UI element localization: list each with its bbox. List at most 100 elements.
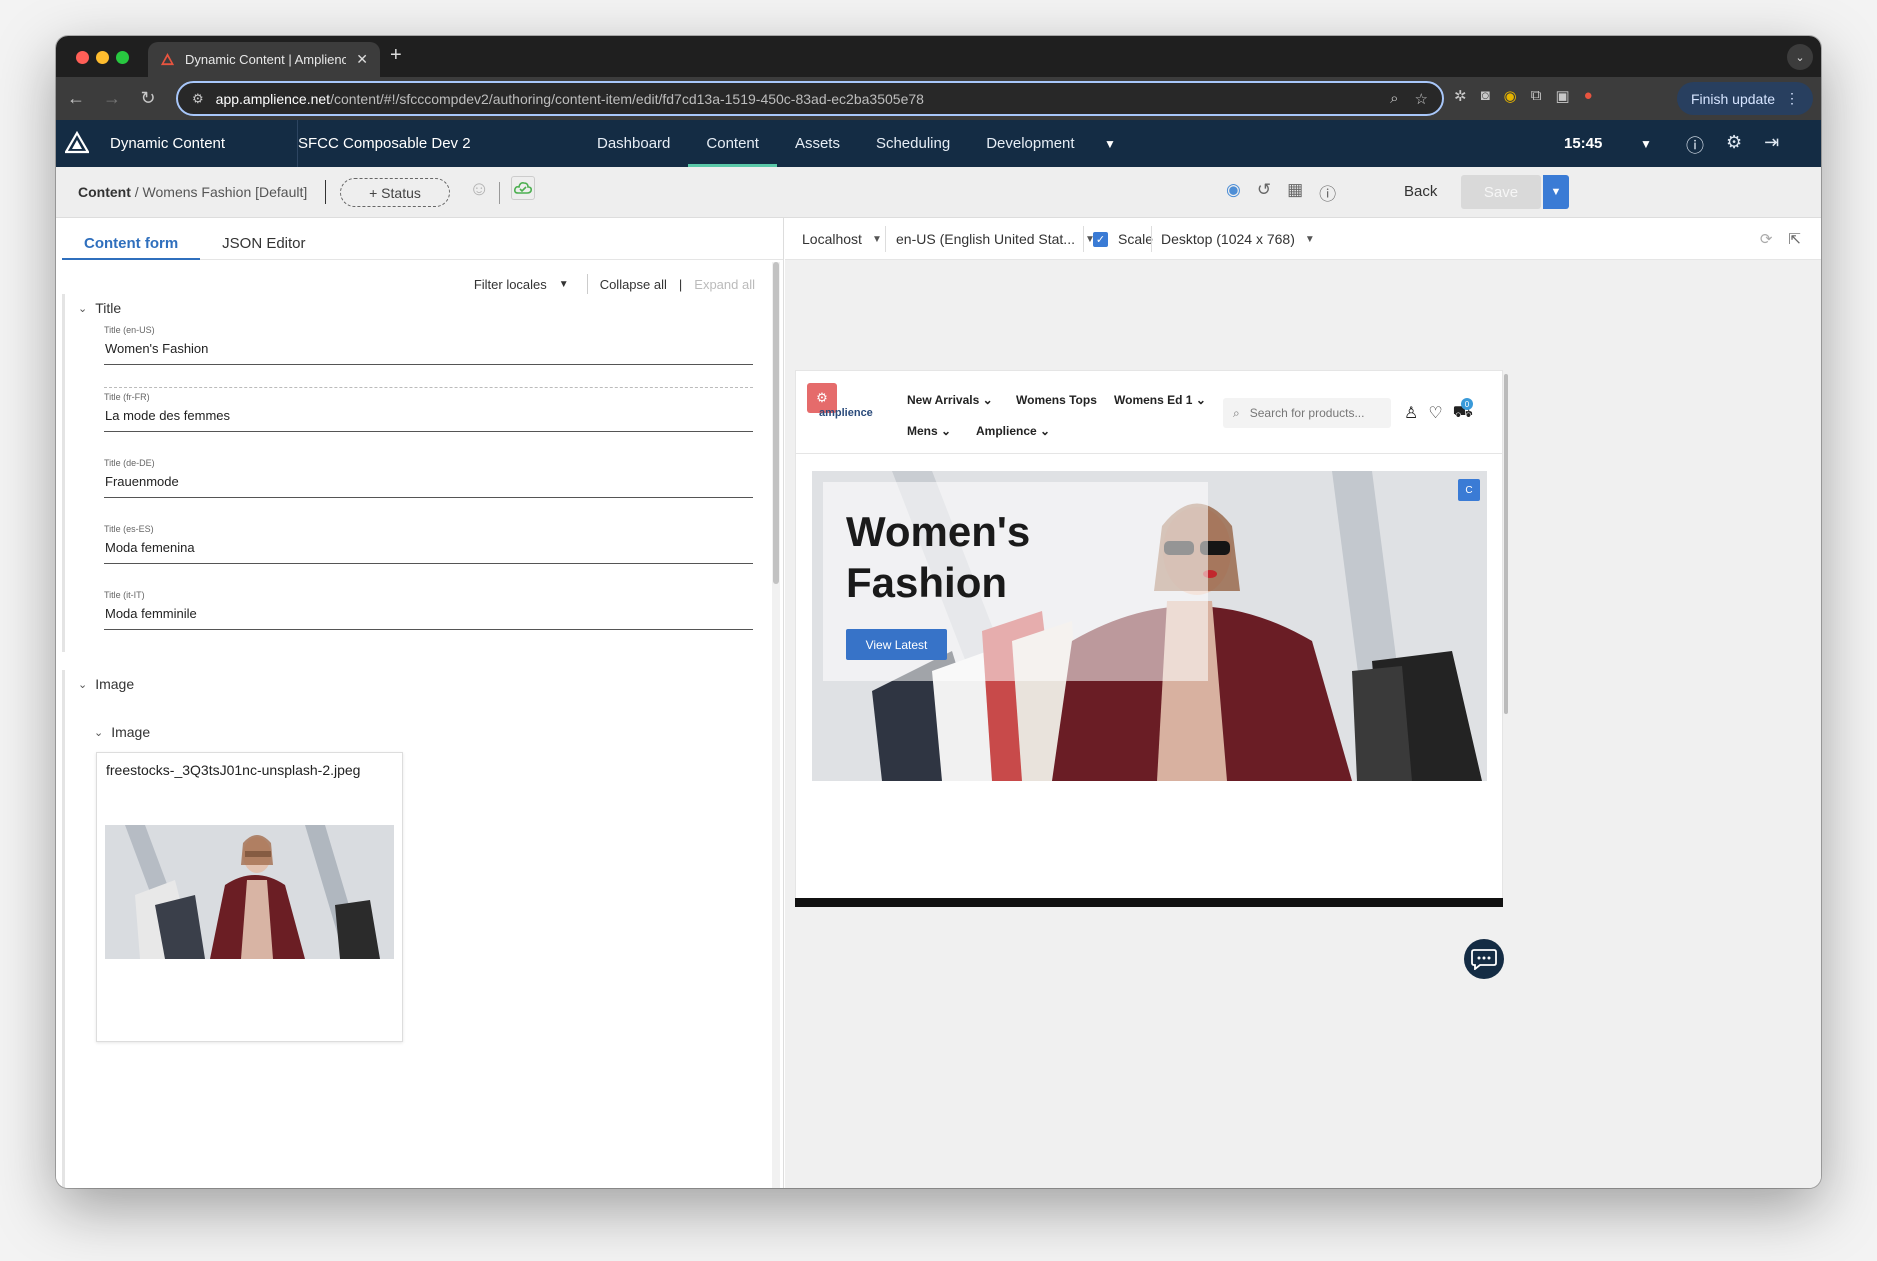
chevron-down-icon[interactable]: ⌄ [78,678,87,691]
url-path: /content/#!/sfcccompdev2/authoring/conte… [330,90,924,107]
refresh-preview-icon[interactable]: ⟳ [1760,230,1773,248]
save-button[interactable]: Save [1461,175,1541,209]
chevron-down-icon[interactable]: ⌄ [94,726,103,739]
time-caret-icon[interactable]: ▼ [1640,137,1652,151]
visualization-eye-icon[interactable]: ◉ [1226,180,1241,205]
site-nav-womens-ed-1[interactable]: Womens Ed 1 ⌄ [1114,393,1206,407]
expand-all-link[interactable]: Expand all [694,277,755,292]
help-icon[interactable]: ⓘ [1686,132,1704,158]
field-input[interactable]: Moda femenina [104,540,753,564]
title-field-it-it[interactable]: Title (it-IT) Moda femminile [104,590,753,630]
hero-banner[interactable]: Women's Fashion View Latest C [812,471,1487,781]
open-external-icon[interactable]: ⇱ [1788,230,1801,248]
content-badge[interactable]: C [1458,479,1480,501]
nav-assets[interactable]: Assets [777,120,858,167]
settings-gear-icon[interactable]: ⚙ [1726,132,1742,158]
field-input[interactable]: Moda femminile [104,606,753,630]
filter-caret-icon[interactable]: ▼ [559,279,569,290]
filter-locales-dropdown[interactable]: Filter locales [474,277,547,292]
close-tab-icon[interactable]: ✕ [356,51,368,68]
address-bar[interactable]: ⚙ app.amplience.net/content/#!/sfcccompd… [176,81,1444,116]
site-info-icon[interactable]: ⚙ [192,91,204,107]
locale-dropdown[interactable]: en-US (English United Stat... ▼ [896,231,1095,247]
site-brand-logo[interactable]: amplience [819,407,873,419]
forward-arrow-icon[interactable]: → [94,88,130,109]
chevron-down-icon[interactable]: ⌄ [78,302,87,315]
field-input[interactable]: Women's Fashion [104,341,753,365]
more-menu-icon[interactable]: ⋮ [1785,90,1799,107]
finish-update-label: Finish update [1690,90,1775,107]
chrome-extension-icon[interactable]: ◉ [1504,87,1517,105]
checkbox-checked-icon[interactable]: ✓ [1093,231,1108,247]
toolbar-divider [885,226,886,252]
camera-extension-icon[interactable]: ◙ [1481,87,1490,105]
browser-tabstrip: Dynamic Content | Amplience ✕ + ⌄ [56,36,1821,77]
title-field-fr-fr[interactable]: Title (fr-FR) La mode des femmes [104,392,753,432]
history-icon[interactable]: ↺ [1257,180,1271,205]
new-tab-icon[interactable]: + [390,44,402,67]
minimize-window-button[interactable] [96,51,109,64]
zoom-icon[interactable]: ⌕ [1390,90,1398,108]
add-status-button[interactable]: + Status [340,178,450,207]
hub-selector[interactable]: SFCC Composable Dev 2 [298,135,471,152]
nav-development[interactable]: Development [968,120,1092,167]
title-field-de-de[interactable]: Title (de-DE) Frauenmode [104,458,753,498]
site-search-input[interactable]: ⌕ Search for products... [1223,398,1391,428]
view-latest-button[interactable]: View Latest [846,629,947,660]
maximize-window-button[interactable] [116,51,129,64]
tab-content-form[interactable]: Content form [62,218,201,260]
amplience-logo-icon[interactable] [65,131,89,155]
finish-update-button[interactable]: Finish update ⋮ [1676,82,1813,115]
title-section-header[interactable]: ⌄ Title [78,300,121,316]
preview-scrollbar[interactable] [1504,374,1508,714]
publish-cloud-icon[interactable] [511,176,535,200]
field-input[interactable]: Frauenmode [104,474,753,498]
wishlist-heart-icon[interactable]: ♡ [1428,403,1442,423]
nav-scheduling[interactable]: Scheduling [858,120,968,167]
close-window-button[interactable] [76,51,89,64]
device-dropdown[interactable]: Desktop (1024 x 768) ▼ [1161,231,1315,247]
logout-icon[interactable]: ⇥ [1764,132,1779,158]
title-field-es-es[interactable]: Title (es-ES) Moda femenina [104,524,753,564]
reload-icon[interactable]: ↻ [130,88,166,109]
image-subsection-header[interactable]: ⌄ Image [94,724,150,740]
site-preview-frame[interactable]: ⚙ amplience New Arrivals ⌄ Womens Tops W… [795,370,1503,899]
title-field-en-us[interactable]: Title (en-US) Women's Fashion [104,325,753,365]
header-icons: ⓘ ⚙ ⇥ [1686,132,1779,158]
field-separator [104,387,753,388]
side-panel-icon[interactable]: ▣ [1555,87,1569,105]
image-section-header[interactable]: ⌄ Image [78,676,134,692]
scale-checkbox[interactable]: ✓ Scale [1093,231,1153,247]
account-user-icon[interactable]: ♙ [1404,403,1418,423]
browser-tab[interactable]: Dynamic Content | Amplience ✕ [148,42,380,77]
nav-content[interactable]: Content [688,120,777,167]
info-icon[interactable]: ⓘ [1319,180,1336,205]
bookmark-star-icon[interactable]: ☆ [1415,90,1428,108]
breadcrumb-root[interactable]: Content [78,184,131,200]
field-input[interactable]: La mode des femmes [104,408,753,432]
extensions-puzzle-icon[interactable]: ⧉ [1531,87,1542,105]
back-button[interactable]: Back [1404,183,1437,200]
collapse-all-link[interactable]: Collapse all [600,277,667,292]
site-nav-amplience[interactable]: Amplience ⌄ [976,424,1050,438]
tab-json-editor[interactable]: JSON Editor [200,218,327,260]
form-scrollbar[interactable] [772,262,780,1188]
nav-more-caret-icon[interactable]: ▼ [1104,137,1116,151]
image-thumbnail[interactable] [105,825,394,959]
assignee-user-icon[interactable]: ☺ [469,178,489,201]
site-nav-womens-tops[interactable]: Womens Tops [1016,393,1097,407]
environment-dropdown[interactable]: Localhost ▼ [802,231,882,247]
tab-search-icon[interactable]: ⌄ [1787,44,1813,70]
header-time[interactable]: 15:45 [1564,135,1602,152]
chat-support-button[interactable] [1464,939,1504,979]
back-arrow-icon[interactable]: ← [58,88,94,109]
site-nav-new-arrivals[interactable]: New Arrivals ⌄ [907,393,993,407]
image-card[interactable]: freestocks-_3Q3tsJ01nc-unsplash-2.jpeg [96,752,403,1042]
form-scrollbar-thumb[interactable] [773,262,779,584]
extension-gear-icon[interactable]: ✲ [1454,87,1467,105]
profile-avatar-icon[interactable]: ● [1584,87,1593,105]
site-nav-mens[interactable]: Mens ⌄ [907,424,951,438]
save-options-caret-icon[interactable]: ▼ [1543,175,1569,209]
nav-dashboard[interactable]: Dashboard [579,120,688,167]
calendar-icon[interactable]: ▦ [1287,180,1303,205]
